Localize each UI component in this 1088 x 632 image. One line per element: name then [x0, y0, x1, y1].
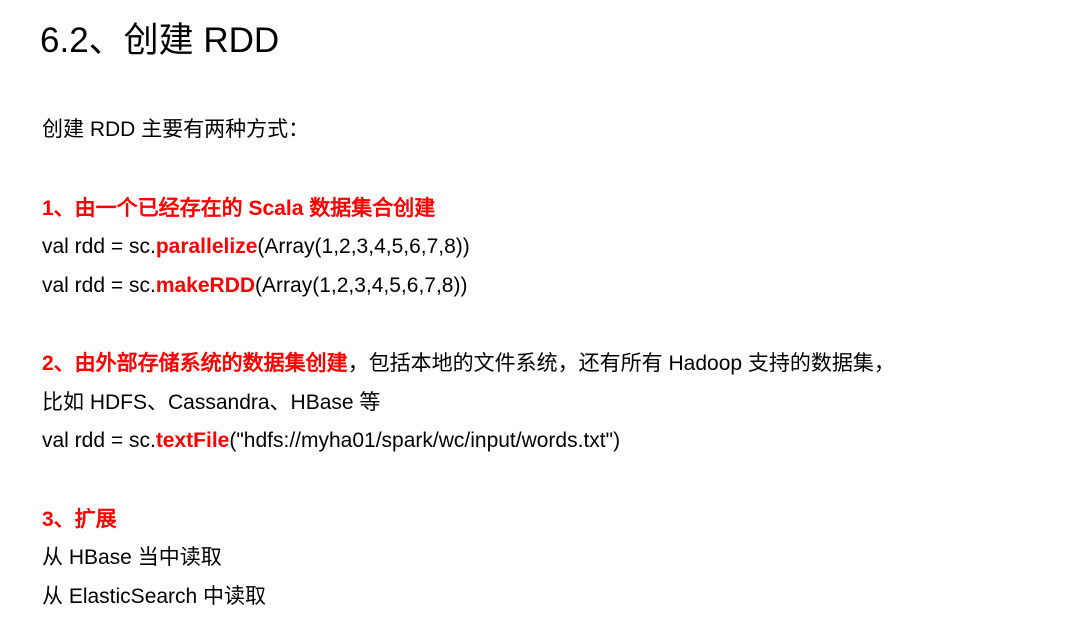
code-parallelize: val rdd = sc.parallelize(Array(1,2,3,4,5… — [42, 234, 470, 260]
code-method: parallelize — [155, 235, 258, 258]
section3-heading: 3、扩展 — [42, 508, 117, 531]
section2-line: 2、由外部存储系统的数据集创建，包括本地的文件系统，还有所有 Hadoop 支持… — [42, 351, 895, 377]
code-prefix: val rdd = sc. — [42, 429, 156, 452]
section2-text: ，包括本地的文件系统，还有所有 Hadoop 支持的数据集， — [347, 352, 895, 375]
section2-text-continued: 比如 HDFS、Cassandra、HBase 等 — [42, 391, 381, 414]
code-suffix: (Array(1,2,3,4,5,6,7,8)) — [255, 274, 468, 297]
code-makerdd: val rdd = sc.makeRDD(Array(1,2,3,4,5,6,7… — [42, 273, 467, 299]
code-suffix: ("hdfs://myha01/spark/wc/input/words.txt… — [229, 429, 621, 452]
code-prefix: val rdd = sc. — [42, 274, 156, 297]
page-title: 6.2、创建 RDD — [40, 21, 280, 60]
list-item: 从 ElasticSearch 中读取 — [42, 585, 267, 608]
code-textfile: val rdd = sc.textFile("hdfs://myha01/spa… — [42, 428, 620, 454]
code-suffix: (Array(1,2,3,4,5,6,7,8)) — [257, 235, 470, 258]
intro-text: 创建 RDD 主要有两种方式： — [42, 118, 310, 141]
list-item: 从 HBase 当中读取 — [42, 546, 222, 569]
code-prefix: val rdd = sc. — [42, 235, 156, 258]
code-method: textFile — [155, 429, 230, 452]
section1-heading: 1、由一个已经存在的 Scala 数据集合创建 — [42, 197, 436, 220]
section2-heading: 2、由外部存储系统的数据集创建 — [42, 352, 348, 375]
code-method: makeRDD — [155, 274, 256, 297]
